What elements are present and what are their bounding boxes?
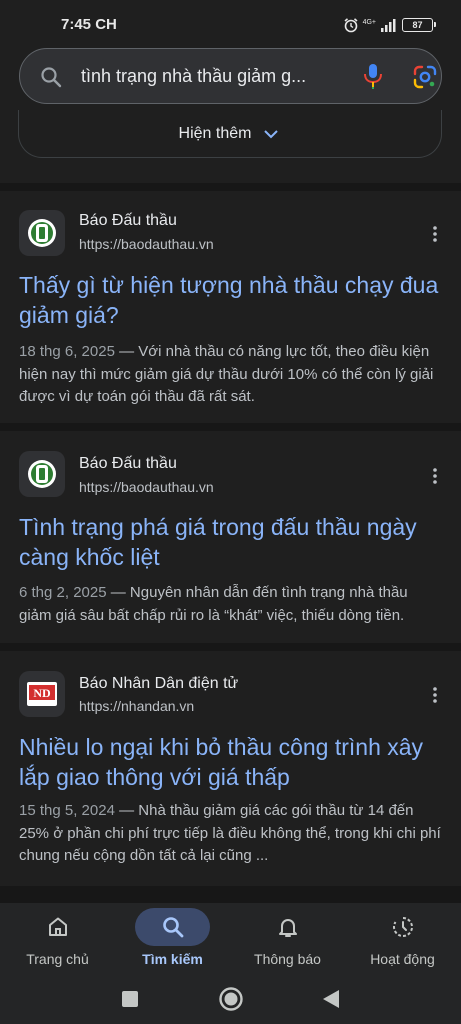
site-name: Báo Đấu thầu: [79, 212, 177, 229]
nhandan-logo-icon: ND: [27, 682, 57, 706]
divider: [0, 183, 461, 191]
chevron-down-icon: [264, 129, 279, 138]
baodauthau-logo-icon: [28, 460, 56, 488]
search-input[interactable]: tình trạng nhà thầu giảm g...: [81, 66, 343, 87]
search-icon: [41, 67, 62, 88]
nav-label-search: Tìm kiếm: [142, 951, 203, 967]
network-type: 4G+: [362, 18, 376, 26]
home-button-icon[interactable]: [218, 986, 244, 1012]
more-options-icon[interactable]: [428, 466, 442, 486]
site-favicon: [19, 451, 65, 497]
system-navigation-bar: [0, 978, 461, 1024]
signal-icon: [381, 19, 396, 32]
site-name: Báo Nhân Dân điện tử: [79, 675, 239, 692]
nav-item-home[interactable]: Trang chủ: [0, 903, 115, 978]
result-date: 15 thg 5, 2024: [19, 802, 115, 819]
search-result: Báo Đấu thầu https://baodauthau.vn Tình …: [0, 431, 461, 643]
nhandan-logo-text: ND: [33, 686, 51, 700]
result-date: 18 thg 6, 2025: [19, 343, 115, 360]
divider: [0, 643, 461, 651]
status-icons: 4G+ 87: [343, 15, 436, 35]
nav-label-home: Trang chủ: [26, 951, 89, 967]
search-result: ND Báo Nhân Dân điện tử https://nhandan.…: [0, 651, 461, 886]
battery-icon: 87: [402, 18, 436, 32]
search-result: Báo Đấu thầu https://baodauthau.vn Thấy …: [0, 191, 461, 423]
result-title-link[interactable]: Tình trạng phá giá trong đấu thầu ngày c…: [19, 512, 444, 572]
site-url[interactable]: https://baodauthau.vn: [79, 479, 214, 495]
google-lens-icon[interactable]: [412, 64, 438, 90]
result-date: 6 thg 2, 2025: [19, 584, 107, 601]
divider: [0, 886, 461, 903]
nav-item-activity[interactable]: Hoạt động: [345, 903, 460, 978]
search-icon: [163, 917, 184, 938]
nav-label-activity: Hoạt động: [370, 951, 435, 967]
site-url[interactable]: https://baodauthau.vn: [79, 236, 214, 252]
site-favicon: ND: [19, 671, 65, 717]
back-icon[interactable]: [318, 986, 344, 1012]
alarm-icon: [344, 18, 358, 33]
result-title-link[interactable]: Nhiều lo ngại khi bỏ thầu công trình xây…: [19, 732, 444, 792]
status-time: 7:45 CH: [61, 16, 117, 33]
battery-level: 87: [412, 20, 423, 30]
show-more-label: Hiện thêm: [178, 124, 252, 142]
site-url[interactable]: https://nhandan.vn: [79, 698, 194, 714]
mic-icon[interactable]: [360, 62, 386, 90]
bell-icon: [279, 919, 297, 937]
nav-label-notifications: Thông báo: [254, 951, 321, 967]
more-options-icon[interactable]: [428, 685, 442, 705]
site-name: Báo Đấu thầu: [79, 455, 177, 472]
site-favicon: [19, 210, 65, 256]
history-icon: [393, 917, 413, 937]
show-more-button[interactable]: Hiện thêm: [18, 110, 442, 158]
result-snippet: 6 thg 2, 2025 — Nguyên nhân dẫn đến tình…: [19, 584, 408, 624]
result-title-link[interactable]: Thấy gì từ hiện tượng nhà thầu chạy đua …: [19, 270, 444, 330]
divider: [0, 423, 461, 431]
nav-item-notifications[interactable]: Thông báo: [230, 903, 345, 978]
status-bar: 7:45 CH 4G+ 87: [0, 0, 461, 48]
bottom-navigation: Trang chủ Tìm kiếm Thông báo Hoạt động: [0, 903, 461, 978]
more-options-icon[interactable]: [428, 224, 442, 244]
nav-item-search[interactable]: Tìm kiếm: [115, 903, 230, 978]
home-icon: [49, 917, 67, 936]
result-snippet: 18 thg 6, 2025 — Với nhà thầu có năng lự…: [19, 343, 434, 405]
search-bar[interactable]: tình trạng nhà thầu giảm g...: [19, 48, 442, 104]
baodauthau-logo-icon: [28, 219, 56, 247]
recent-apps-icon[interactable]: [117, 986, 143, 1012]
result-snippet: 15 thg 5, 2024 — Nhà thầu giảm giá các g…: [19, 802, 441, 864]
